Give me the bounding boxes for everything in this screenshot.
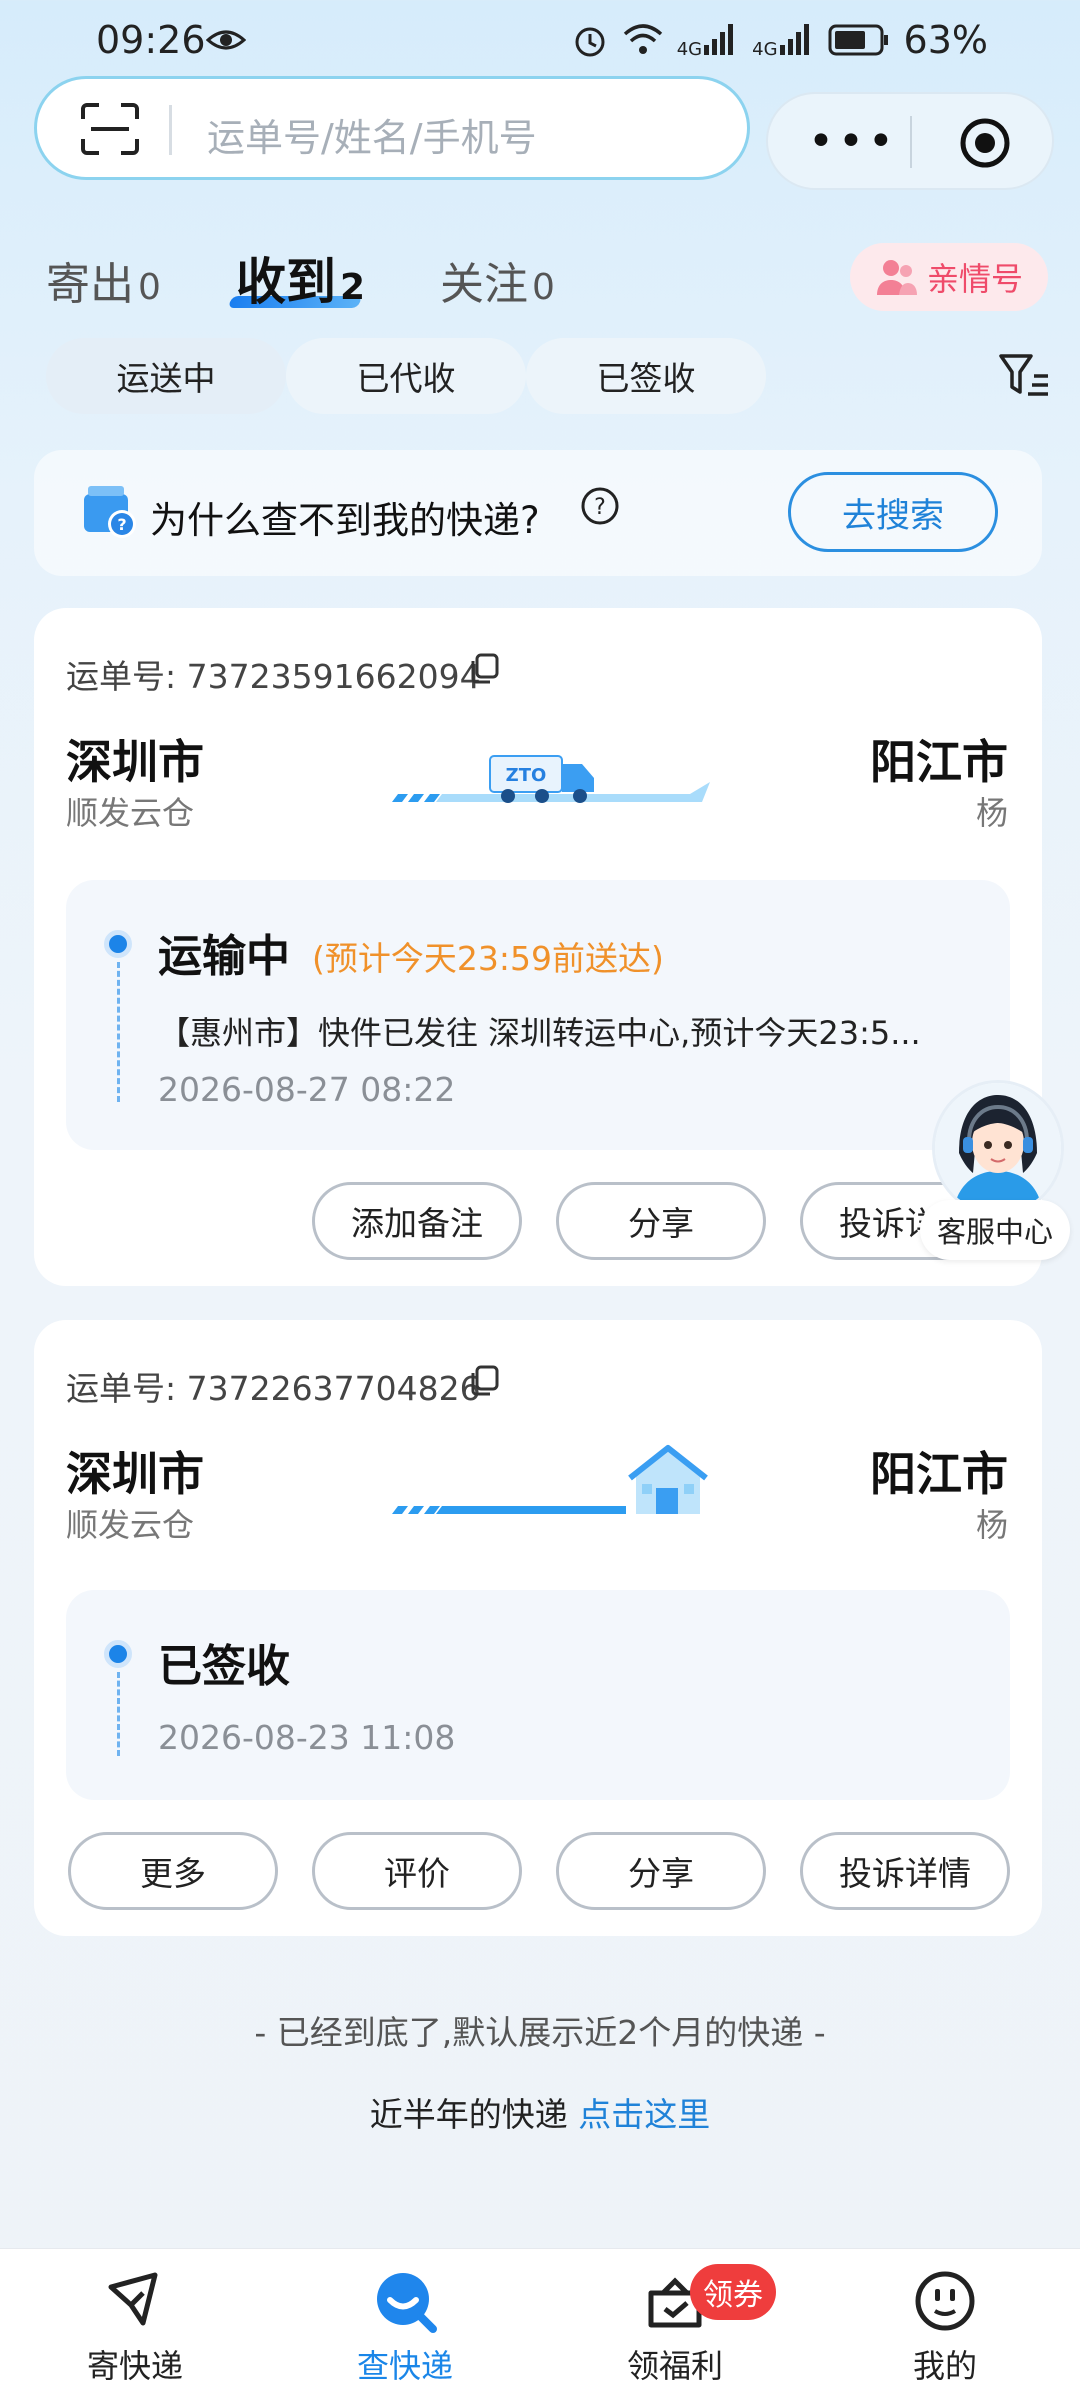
mini-program-capsule: ••• xyxy=(766,92,1054,190)
destination-city: 阳江市 xyxy=(870,735,1008,789)
bottom-nav: 寄快递 查快递 领福利 我的 xyxy=(0,2248,1080,2401)
status-bar: 09:26 4G 4G 63% xyxy=(0,0,1080,78)
profile-icon xyxy=(915,2271,975,2331)
family-account-button[interactable]: 亲情号 xyxy=(850,243,1048,311)
tracking-time: 2026-08-27 08:22 xyxy=(158,1070,456,1109)
tracking-status: 运输中 xyxy=(158,931,290,982)
rate-button[interactable]: 评价 xyxy=(312,1832,522,1910)
package-card[interactable]: 运单号: 73723591662094 深圳市 顺发云仓 ZTO 阳江市 杨 运… xyxy=(34,608,1042,1286)
destination-city: 阳江市 xyxy=(870,1447,1008,1501)
alarm-icon xyxy=(575,27,605,57)
svg-text:ZTO: ZTO xyxy=(506,765,547,786)
timeline-line xyxy=(117,1672,120,1756)
truck-route-icon: ZTO xyxy=(392,755,710,803)
recipient-name: 杨 xyxy=(975,794,1008,832)
end-of-list-text: - 已经到底了,默认展示近2个月的快递 - xyxy=(254,2013,826,2052)
tracking-time: 2026-08-23 11:08 xyxy=(158,1718,456,1757)
help-icon[interactable]: ? xyxy=(580,486,620,526)
customer-service-float[interactable]: 客服中心 xyxy=(920,1080,1070,1260)
coupon-badge[interactable]: 领券 xyxy=(690,2264,776,2320)
origin-city: 深圳市 xyxy=(66,1447,204,1501)
svg-text:?: ? xyxy=(594,495,606,520)
share-button[interactable]: 分享 xyxy=(556,1182,766,1260)
package-card[interactable]: 运单号: 73722637704826 深圳市 顺发云仓 阳江市 杨 已签收 2… xyxy=(34,1320,1042,1936)
waybill-number: 73723591662094 xyxy=(186,657,481,696)
why-banner-text: 为什么查不到我的快递? xyxy=(150,499,540,542)
complaint-details-button[interactable]: 投诉详情 xyxy=(800,1832,1010,1910)
signal-icon: 4G xyxy=(677,21,738,60)
click-here-link[interactable]: 点击这里 xyxy=(578,2095,710,2134)
go-search-button[interactable]: 去搜索 xyxy=(788,472,998,552)
share-button[interactable]: 分享 xyxy=(556,1832,766,1910)
search-bar[interactable]: 运单号/姓名/手机号 xyxy=(34,76,750,180)
search-package-icon xyxy=(377,2273,437,2333)
filter-chip-signed[interactable]: 已签收 xyxy=(526,338,766,414)
origin-sender: 顺发云仓 xyxy=(66,1506,195,1544)
tracking-status-box[interactable]: 已签收 2026-08-23 11:08 xyxy=(66,1590,1010,1800)
nav-send[interactable]: 寄快递 xyxy=(35,2249,235,2401)
battery-icon xyxy=(828,24,888,56)
delivered-house-icon xyxy=(392,1445,708,1514)
wifi-icon xyxy=(623,24,662,54)
package-question-icon: ? xyxy=(84,486,136,538)
status-dot xyxy=(104,930,132,958)
copy-icon[interactable] xyxy=(468,1364,500,1396)
scan-icon[interactable] xyxy=(81,103,139,155)
battery-level: 63% xyxy=(903,18,988,62)
waybill-row: 运单号: 73722637704826 xyxy=(66,1369,481,1408)
search-divider xyxy=(169,105,172,155)
tracking-status-box[interactable]: 运输中 (预计今天23:59前送达) 【惠州市】快件已发往 深圳转运中心,预计今… xyxy=(66,880,1010,1150)
eye-icon xyxy=(206,30,246,50)
customer-service-label[interactable]: 客服中心 xyxy=(920,1200,1070,1260)
capsule-divider xyxy=(910,116,912,168)
add-note-button[interactable]: 添加备注 xyxy=(312,1182,522,1260)
waybill-row: 运单号: 73723591662094 xyxy=(66,657,481,696)
half-year-text: 近半年的快递 xyxy=(369,2095,568,2134)
send-icon xyxy=(108,2272,158,2326)
half-year-row: 近半年的快递 点击这里 xyxy=(0,2088,1080,2136)
nav-track[interactable]: 查快递 xyxy=(305,2249,505,2401)
status-time: 09:26 xyxy=(96,18,206,62)
tracking-status: 已签收 xyxy=(158,1641,290,1692)
tab-following[interactable]: 关注 0 xyxy=(440,248,555,312)
search-placeholder[interactable]: 运单号/姓名/手机号 xyxy=(207,107,537,162)
tab-received[interactable]: 收到 2 xyxy=(236,242,365,314)
signal-icon: 4G xyxy=(752,21,813,60)
agent-avatar xyxy=(932,1080,1064,1216)
svg-text:?: ? xyxy=(117,515,126,534)
more-icon[interactable]: ••• xyxy=(808,116,898,167)
family-icon xyxy=(876,260,917,295)
copy-icon[interactable] xyxy=(468,652,500,684)
why-cant-find-banner: ? 为什么查不到我的快递? ? 去搜索 xyxy=(34,450,1042,576)
eta-text: (预计今天23:59前送达) xyxy=(312,939,664,978)
timeline-line xyxy=(117,962,120,1102)
recipient-name: 杨 xyxy=(975,1506,1008,1544)
tracking-message: 【惠州市】快件已发往 深圳转运中心,预计今天23:5... xyxy=(158,1014,921,1052)
more-button[interactable]: 更多 xyxy=(68,1832,278,1910)
nav-profile[interactable]: 我的 xyxy=(845,2249,1045,2401)
filter-icon[interactable] xyxy=(998,352,1050,400)
origin-city: 深圳市 xyxy=(66,735,204,789)
waybill-number: 73722637704826 xyxy=(186,1369,481,1408)
filter-chip-in-transit[interactable]: 运送中 xyxy=(46,338,286,414)
status-right: 4G 4G 63% xyxy=(571,18,988,62)
status-dot xyxy=(104,1640,132,1668)
tab-sent[interactable]: 寄出 0 xyxy=(46,248,161,312)
close-target-icon[interactable] xyxy=(958,116,1012,170)
filter-chip-collected[interactable]: 已代收 xyxy=(286,338,526,414)
origin-sender: 顺发云仓 xyxy=(66,794,195,832)
